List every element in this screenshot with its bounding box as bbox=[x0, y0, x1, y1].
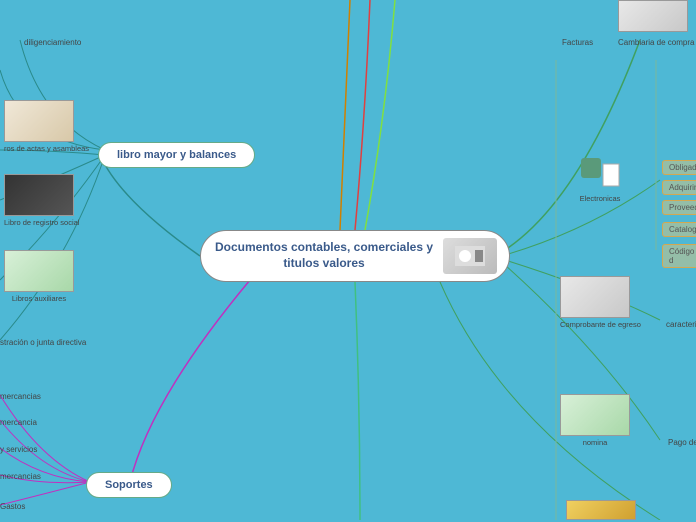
leaf-pagode[interactable]: Pago de bbox=[668, 438, 696, 447]
thumb-nomina-label: nomina bbox=[560, 438, 630, 447]
leaf-facturas[interactable]: Facturas bbox=[562, 38, 593, 47]
thumb-bottom[interactable] bbox=[566, 500, 636, 522]
leaf-mercancias1[interactable]: mercancias bbox=[0, 392, 41, 401]
thumb-cambiaria[interactable] bbox=[618, 0, 688, 34]
thumb-comprobante-label: Comprobante de egreso bbox=[560, 320, 641, 329]
electronicas-label: Electronicas bbox=[572, 194, 628, 203]
thumb-registro-label: Libro de registro social bbox=[4, 218, 79, 227]
leaf-catalogo[interactable]: Catalogo bbox=[662, 222, 696, 237]
central-thumbnail bbox=[443, 238, 497, 274]
leaf-codigo[interactable]: Código d bbox=[662, 244, 696, 268]
leaf-proveedor[interactable]: Proveedo bbox=[662, 200, 696, 215]
leaf-adquirir[interactable]: Adquirir bbox=[662, 180, 696, 195]
thumb-registro[interactable]: Libro de registro social bbox=[4, 174, 79, 227]
leaf-junta[interactable]: stración o junta directiva bbox=[0, 338, 86, 347]
leaf-cambiaria[interactable]: Cambiaria de compra y ven bbox=[618, 38, 696, 47]
thumb-actas-label: ros de actas y asambleas bbox=[4, 144, 89, 153]
leaf-diligenciamiento[interactable]: diligenciamiento bbox=[24, 38, 81, 47]
leaf-gastos[interactable]: Gastos bbox=[0, 502, 25, 511]
electronicas-icon bbox=[572, 150, 628, 194]
thumb-auxiliares[interactable]: Libros auxiliares bbox=[4, 250, 74, 303]
central-node[interactable]: Documentos contables, comerciales y titu… bbox=[200, 230, 510, 282]
thumb-nomina[interactable]: nomina bbox=[560, 394, 630, 447]
thumb-electronicas[interactable]: Electronicas bbox=[572, 150, 628, 203]
thumb-cambiaria-img bbox=[618, 0, 688, 32]
leaf-caracteri[interactable]: caracteri bbox=[666, 320, 696, 329]
thumb-registro-img bbox=[4, 174, 74, 216]
leaf-obligado[interactable]: Obligado bbox=[662, 160, 696, 175]
thumb-actas[interactable]: ros de actas y asambleas bbox=[4, 100, 89, 153]
leaf-mercancia[interactable]: mercancia bbox=[0, 418, 37, 427]
thumb-auxiliares-label: Libros auxiliares bbox=[4, 294, 74, 303]
leaf-yservicios[interactable]: y servicios bbox=[0, 445, 37, 454]
thumb-comprobante-img bbox=[560, 276, 630, 318]
central-title: Documentos contables, comerciales y titu… bbox=[213, 240, 435, 271]
branch-libro-mayor[interactable]: libro mayor y balances bbox=[98, 142, 255, 168]
thumb-actas-img bbox=[4, 100, 74, 142]
thumb-comprobante[interactable]: Comprobante de egreso bbox=[560, 276, 641, 329]
thumb-nomina-img bbox=[560, 394, 630, 436]
branch-soportes[interactable]: Soportes bbox=[86, 472, 172, 498]
leaf-mercancias2[interactable]: mercancias bbox=[0, 472, 41, 481]
thumb-auxiliares-img bbox=[4, 250, 74, 292]
thumb-bottom-img bbox=[566, 500, 636, 520]
